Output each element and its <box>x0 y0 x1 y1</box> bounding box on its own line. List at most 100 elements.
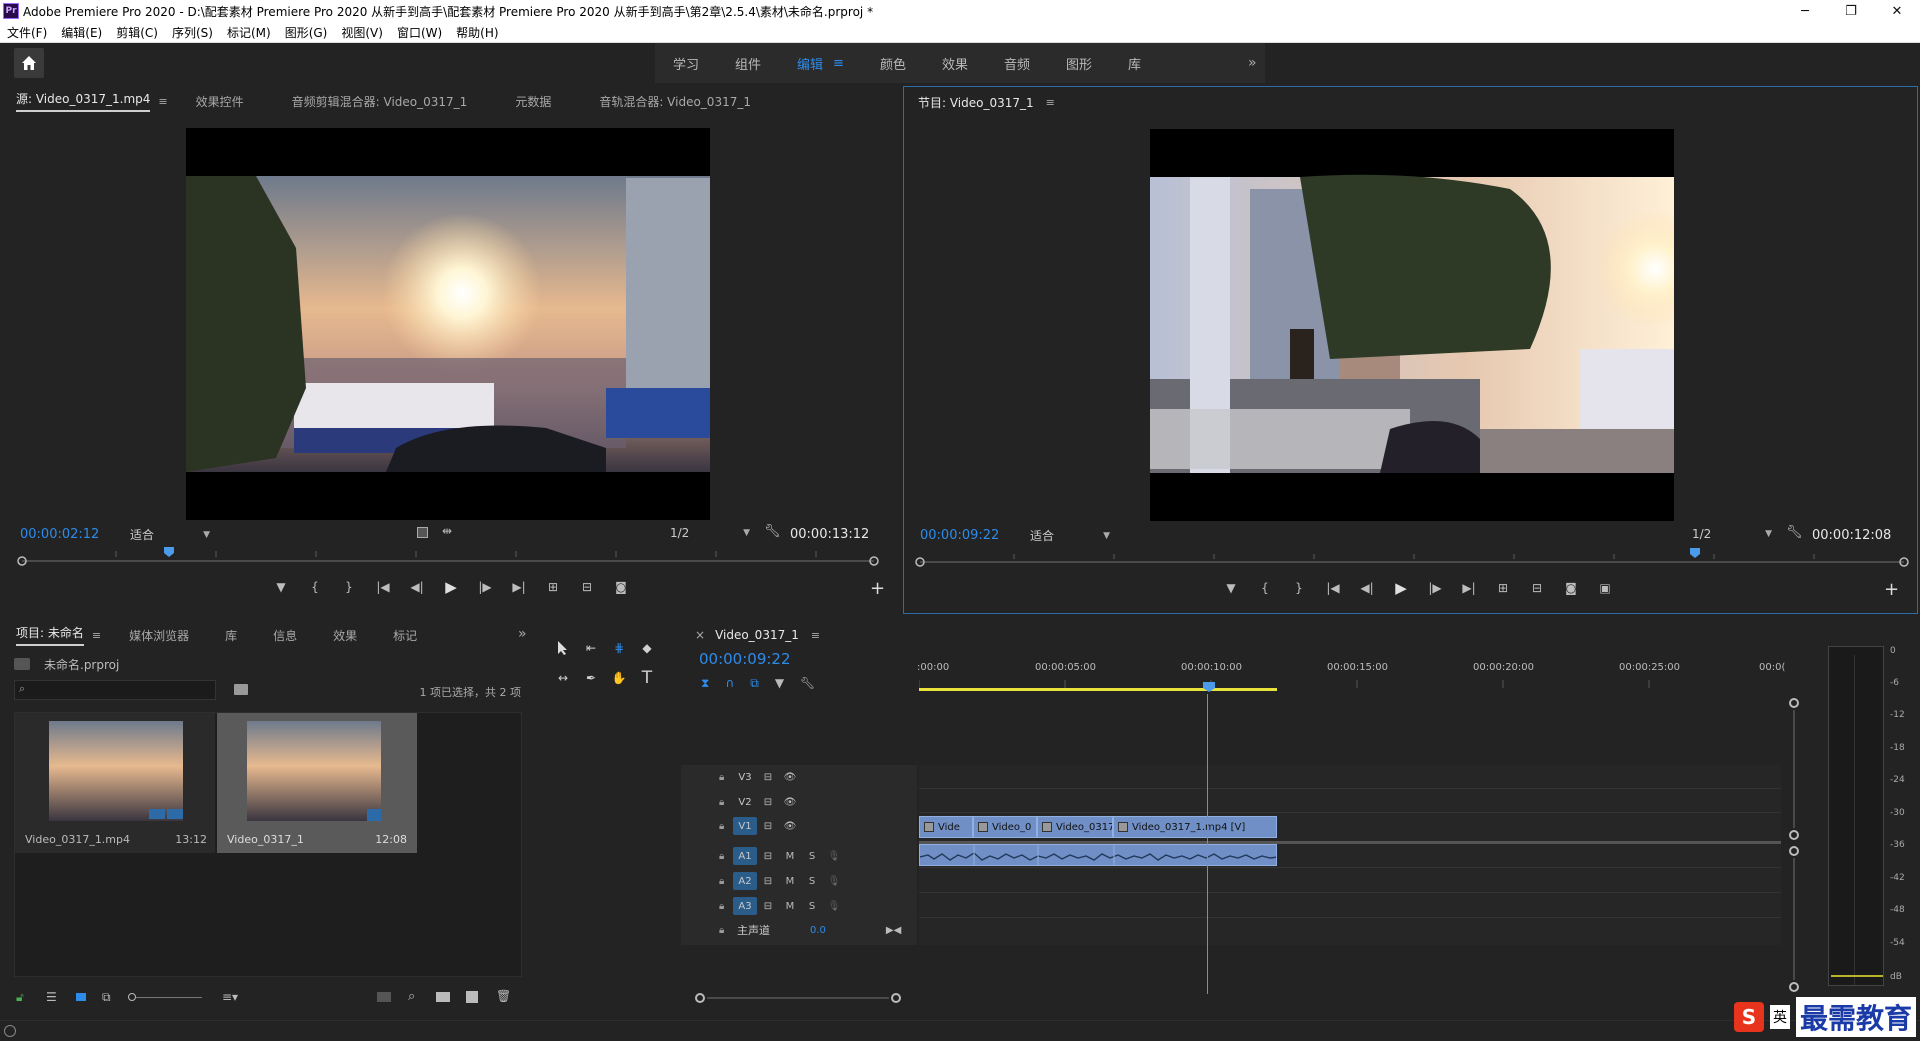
insert-nest-icon[interactable]: ⧗ <box>701 676 709 691</box>
project-item[interactable]: Video_0317_1.mp4 13:12 <box>15 713 215 853</box>
menu-view[interactable]: 视图(V) <box>341 24 383 41</box>
playhead-line[interactable] <box>1207 694 1208 994</box>
microphone-icon[interactable]: 🎙︎ <box>823 876 845 887</box>
tab-source[interactable]: 源: Video_0317_1.mp4 ≡ <box>2 86 182 116</box>
track-label-a1[interactable]: A1 <box>733 847 757 865</box>
solo-button[interactable]: S <box>801 851 823 862</box>
workspace-effects[interactable]: 效果 <box>924 54 986 73</box>
microphone-icon[interactable]: 🎙︎ <box>823 851 845 862</box>
list-view-icon[interactable]: ☰ <box>46 990 57 1004</box>
scroll-handle[interactable] <box>1789 982 1799 992</box>
add-marker-button[interactable]: ▼ <box>268 576 294 598</box>
wrench-icon[interactable]: 🔧︎ <box>764 524 781 539</box>
home-button[interactable] <box>14 48 44 78</box>
tab-audio-track-mixer[interactable]: 音轨混合器: Video_0317_1 <box>585 86 765 116</box>
workspace-graphics[interactable]: 图形 <box>1048 54 1110 73</box>
selection-tool-icon[interactable] <box>551 636 575 660</box>
timeline-timecode[interactable]: 00:00:09:22 <box>699 650 791 668</box>
play-button[interactable]: ▶ <box>438 576 464 598</box>
tab-menu-icon[interactable]: ≡ <box>811 629 820 642</box>
microphone-icon[interactable]: 🎙︎ <box>823 901 845 912</box>
zoom-slider-handle[interactable] <box>128 993 136 1001</box>
overwrite-button[interactable]: ⊟ <box>574 576 600 598</box>
timeline-settings-icon[interactable]: 🔧︎ <box>800 676 815 691</box>
type-tool-icon[interactable]: T <box>635 666 659 690</box>
pen-tool-icon[interactable]: ✒ <box>579 666 603 690</box>
eye-icon[interactable]: 👁︎ <box>779 797 801 808</box>
sync-lock-icon[interactable]: ⊟ <box>757 851 779 862</box>
video-clip[interactable]: Vide <box>919 816 973 838</box>
minimize-button[interactable]: ─ <box>1782 0 1828 22</box>
panel-overflow-icon[interactable]: » <box>518 626 527 642</box>
add-marker-button[interactable]: ▼ <box>1218 577 1244 599</box>
tab-metadata[interactable]: 元数据 <box>501 86 565 116</box>
tab-media-browser[interactable]: 媒体浏览器 <box>115 620 203 650</box>
video-clip[interactable]: Video_0317 <box>1037 816 1113 838</box>
scroll-handle[interactable] <box>1789 698 1799 708</box>
go-to-out-button[interactable]: ▶| <box>1456 577 1482 599</box>
vertical-scrollbar[interactable] <box>1793 710 1795 828</box>
linked-selection-icon[interactable]: ⧉ <box>750 676 759 691</box>
sync-lock-icon[interactable]: ⊟ <box>757 901 779 912</box>
program-button-editor-icon[interactable]: + <box>1884 579 1899 600</box>
lock-icon[interactable]: 🔒︎ <box>719 821 733 832</box>
go-to-in-button[interactable]: |◀ <box>1320 577 1346 599</box>
solo-button[interactable]: S <box>801 901 823 912</box>
mark-in-button[interactable]: { <box>302 576 328 598</box>
track-label-v3[interactable]: V3 <box>733 768 757 786</box>
source-zoom-dropdown[interactable]: 适合 ▼ <box>130 526 210 543</box>
freeform-view-icon[interactable]: ⧉ <box>102 990 111 1005</box>
source-timecode[interactable]: 00:00:02:12 <box>20 527 99 542</box>
video-clip[interactable]: Video_0 <box>973 816 1037 838</box>
mark-in-button[interactable]: { <box>1252 577 1278 599</box>
eye-icon[interactable]: 👁︎ <box>779 821 801 832</box>
tab-info[interactable]: 信息 <box>259 620 311 650</box>
program-zoom-dropdown[interactable]: 适合 ▼ <box>1030 527 1110 544</box>
new-search-bin-icon[interactable] <box>234 684 248 695</box>
go-to-in-button[interactable]: |◀ <box>370 576 396 598</box>
mute-button[interactable]: M <box>779 901 801 912</box>
lock-icon[interactable]: 🔒︎ <box>719 876 733 887</box>
icon-view-icon[interactable] <box>76 993 86 1001</box>
go-to-out-button[interactable]: ▶| <box>506 576 532 598</box>
workspace-overflow-icon[interactable]: » <box>1248 55 1257 71</box>
video-clip[interactable]: Video_0317_1.mp4 [V] <box>1113 816 1277 838</box>
menu-edit[interactable]: 编辑(E) <box>61 24 102 41</box>
horizontal-scrollbar[interactable] <box>707 997 889 999</box>
track-label-v2[interactable]: V2 <box>733 793 757 811</box>
lock-icon[interactable]: 🔒︎ <box>719 797 733 808</box>
slip-tool-icon[interactable]: ↔ <box>551 666 575 690</box>
sync-lock-icon[interactable]: ⊟ <box>757 876 779 887</box>
lock-icon[interactable]: 🔒︎ <box>719 925 733 936</box>
track-label-a2[interactable]: A2 <box>733 872 757 890</box>
source-time-ruler[interactable] <box>16 547 880 567</box>
export-frame-button[interactable]: ◙ <box>1558 577 1584 599</box>
track-label-a3[interactable]: A3 <box>733 897 757 915</box>
program-timecode[interactable]: 00:00:09:22 <box>920 528 999 543</box>
menu-graphics[interactable]: 图形(G) <box>285 24 328 41</box>
zoom-scroll-handle[interactable] <box>891 993 901 1003</box>
tab-project[interactable]: 项目: 未命名 ≡ <box>2 620 115 650</box>
eye-icon[interactable]: 👁︎ <box>779 772 801 783</box>
add-marker-icon[interactable]: ▼ <box>775 676 784 691</box>
sync-lock-icon[interactable]: ⊟ <box>757 821 779 832</box>
program-resolution-dropdown[interactable]: 1/2 ▼ <box>1692 527 1772 541</box>
source-button-editor-icon[interactable]: + <box>870 578 885 599</box>
export-frame-button[interactable]: ◙ <box>608 576 634 598</box>
ripple-edit-tool-icon[interactable]: ⋕ <box>607 636 631 660</box>
tab-program[interactable]: 节目: Video_0317_1 ≡ <box>904 87 1069 117</box>
lift-button[interactable]: ⊞ <box>1490 577 1516 599</box>
wrench-icon[interactable]: 🔧︎ <box>1786 525 1803 540</box>
mark-out-button[interactable]: } <box>1286 577 1312 599</box>
tab-menu-icon[interactable]: ≡ <box>1046 96 1055 109</box>
go-to-end-icon[interactable]: ▶◀ <box>886 925 901 936</box>
menu-window[interactable]: 窗口(W) <box>397 24 442 41</box>
tab-audio-clip-mixer[interactable]: 音频剪辑混合器: Video_0317_1 <box>278 86 482 116</box>
program-time-ruler[interactable] <box>914 548 1910 568</box>
tab-menu-icon[interactable]: ≡ <box>92 629 101 642</box>
mark-out-button[interactable]: } <box>336 576 362 598</box>
workspace-color[interactable]: 颜色 <box>862 54 924 73</box>
project-item-selected[interactable]: Video_0317_1 12:08 <box>217 713 417 853</box>
sync-lock-icon[interactable]: ⊟ <box>757 797 779 808</box>
close-tab-icon[interactable]: × <box>695 628 705 642</box>
